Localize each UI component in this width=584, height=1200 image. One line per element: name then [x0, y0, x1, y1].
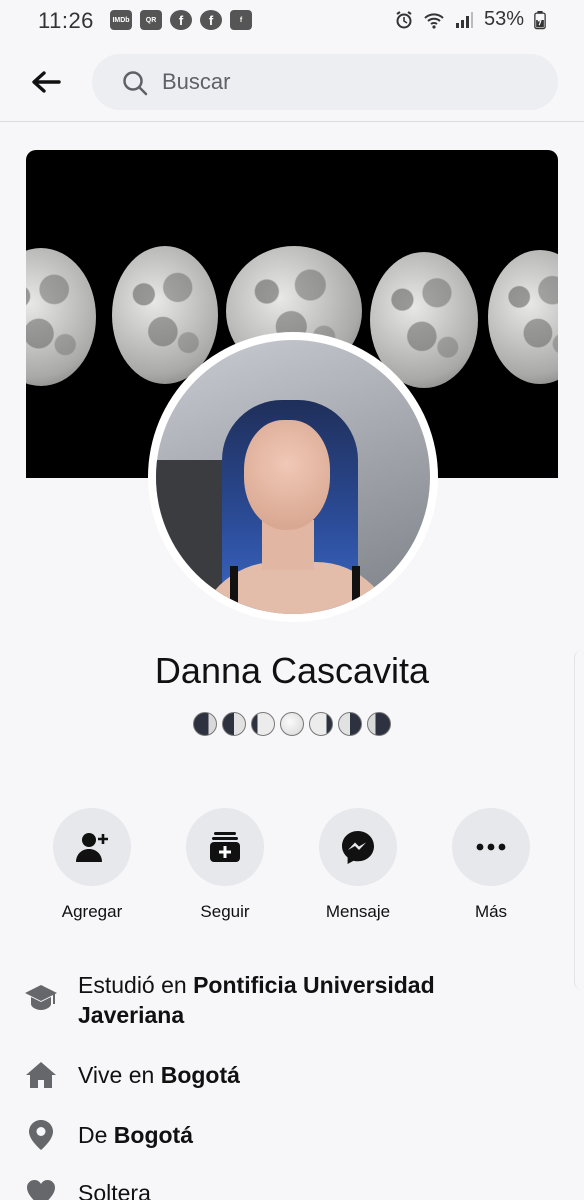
- location-pin-icon: [29, 1120, 53, 1150]
- waning-crescent-moon-icon: [190, 711, 219, 737]
- profile-photo: [156, 340, 430, 614]
- qr-app-icon: QR: [140, 10, 162, 30]
- notification-icons: IMDb QR f f f: [110, 10, 252, 30]
- alarm-icon: [396, 10, 412, 28]
- top-bar: [0, 44, 584, 122]
- system-icons: 53%: [394, 8, 546, 31]
- waxing-crescent-moon-icon: [364, 711, 393, 737]
- hometown-value[interactable]: Bogotá: [114, 1122, 193, 1148]
- search-input[interactable]: [162, 54, 522, 110]
- more-label: Más: [474, 902, 508, 921]
- waxing-gibbous-moon-icon: [306, 711, 335, 737]
- battery-charging-icon: [534, 10, 546, 29]
- bio-moon-phases: [190, 711, 393, 737]
- first-quarter-moon-icon: [335, 711, 364, 737]
- education-school[interactable]: Pontificia Universidad: [193, 972, 435, 998]
- message-label: Mensaje: [325, 902, 391, 921]
- messenger-icon: [342, 831, 374, 864]
- follow-icon: [210, 832, 240, 862]
- last-quarter-moon-icon: [219, 711, 248, 737]
- back-arrow-icon: [32, 71, 61, 93]
- search-icon: [123, 71, 148, 96]
- hometown-prefix: De: [78, 1122, 114, 1148]
- graduation-cap-icon: [25, 985, 57, 1010]
- moon-image: [488, 250, 558, 384]
- facebook-icon: f: [200, 10, 222, 30]
- more-icon: [476, 843, 506, 851]
- facebook-icon: f: [170, 10, 192, 30]
- status-bar: 11:26 IMDb QR f f f 53%: [0, 0, 584, 44]
- search-bar[interactable]: [92, 54, 558, 110]
- moon-image: [26, 248, 96, 386]
- more-button[interactable]: Más: [441, 808, 541, 922]
- scroll-edge: [574, 650, 584, 990]
- waning-gibbous-moon-icon: [248, 711, 277, 737]
- message-button[interactable]: Mensaje: [308, 808, 408, 922]
- imdb-icon: IMDb: [110, 10, 132, 30]
- add-friend-button[interactable]: Agregar: [42, 808, 142, 922]
- follow-button[interactable]: Seguir: [175, 808, 275, 922]
- profile-picture[interactable]: [148, 332, 438, 622]
- signal-icon: [455, 11, 473, 28]
- status-time: 11:26: [38, 8, 94, 33]
- follow-label: Seguir: [200, 902, 250, 921]
- profile-actions: Agregar Seguir Mensaje Más: [0, 808, 584, 928]
- current-city-value[interactable]: Bogotá: [161, 1062, 240, 1088]
- education-school-line2[interactable]: Javeriana: [78, 1002, 184, 1028]
- home-icon: [26, 1062, 56, 1088]
- battery-percentage: 53%: [483, 8, 524, 30]
- profile-name: Danna Cascavita: [154, 650, 430, 691]
- education-prefix: Estudió en: [78, 972, 194, 998]
- current-city-prefix: Vive en: [78, 1062, 161, 1088]
- heart-icon: [27, 1180, 55, 1200]
- relationship-status: Soltera: [78, 1180, 151, 1200]
- full-moon-icon: [277, 711, 306, 737]
- add-friend-icon: [76, 833, 108, 862]
- add-friend-label: Agregar: [61, 902, 123, 921]
- back-button[interactable]: [26, 64, 66, 100]
- facebook-square-icon: f: [230, 10, 252, 30]
- wifi-icon: [424, 12, 444, 29]
